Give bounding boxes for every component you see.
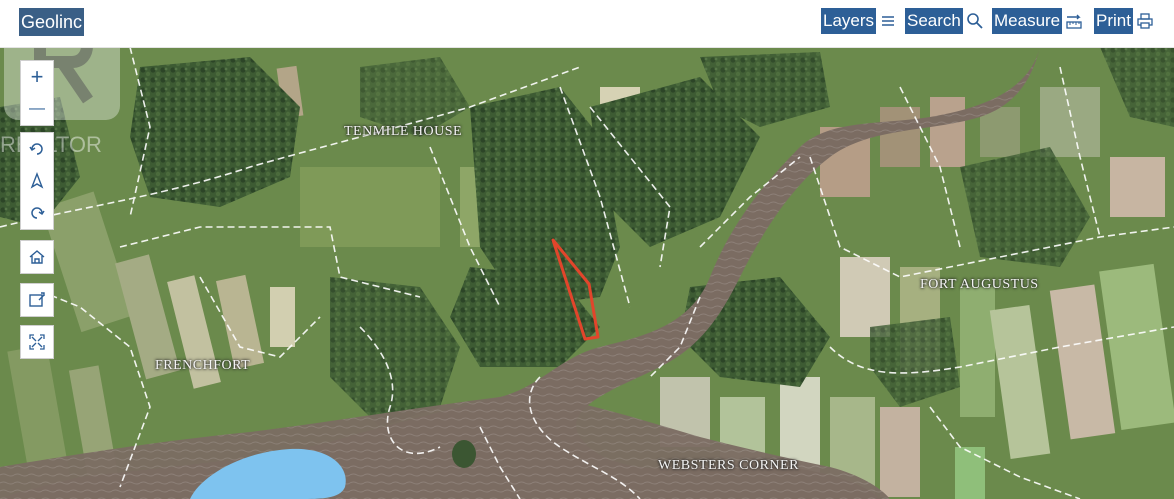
rotate-cw-icon — [28, 204, 46, 222]
home-icon — [28, 248, 46, 266]
print-button-label: Print — [1094, 8, 1133, 34]
draw-rectangle-icon — [28, 291, 46, 309]
fullscreen-button[interactable] — [21, 326, 53, 358]
zoom-in-label: + — [30, 64, 44, 89]
place-label-tenmile-house: TENMILE HOUSE — [344, 124, 463, 139]
search-button[interactable]: Search — [905, 8, 984, 34]
zoom-out-button[interactable]: — — [21, 93, 53, 125]
draw-control — [20, 283, 54, 317]
rotation-controls — [20, 132, 54, 230]
printer-icon — [1136, 12, 1154, 30]
layers-button[interactable]: Layers — [821, 8, 897, 34]
place-label-frenchfort: FRENCHFORT — [155, 358, 251, 373]
top-toolbar: Geolinc Layers Search Measure Print — [0, 0, 1174, 48]
measure-button[interactable]: Measure — [992, 8, 1083, 34]
aerial-map[interactable] — [0, 47, 1174, 499]
place-label-fort-augustus: FORT AUGUSTUS — [920, 277, 1039, 292]
zoom-out-label: — — [29, 100, 45, 117]
north-arrow-icon — [28, 172, 46, 190]
print-button[interactable]: Print — [1094, 8, 1154, 34]
ruler-icon — [1065, 12, 1083, 30]
zoom-controls: + — — [20, 60, 54, 126]
rotate-ccw-icon — [28, 140, 46, 158]
home-control — [20, 240, 54, 274]
magnifier-icon — [966, 12, 984, 30]
reset-north-button[interactable] — [21, 165, 53, 197]
measure-button-label: Measure — [992, 8, 1063, 34]
page: TENMILE HOUSE FORT AUGUSTUS FRENCHFORT W… — [0, 0, 1174, 499]
fullscreen-control — [20, 325, 54, 359]
home-button[interactable] — [21, 241, 53, 273]
fullscreen-icon — [28, 333, 46, 351]
zoom-in-button[interactable]: + — [21, 61, 53, 93]
rotate-left-button[interactable] — [21, 133, 53, 165]
list-icon — [879, 12, 897, 30]
rotate-right-button[interactable] — [21, 197, 53, 229]
search-button-label: Search — [905, 8, 963, 34]
draw-area-button[interactable] — [21, 284, 53, 316]
app-title: Geolinc — [19, 8, 85, 36]
map-view[interactable]: TENMILE HOUSE FORT AUGUSTUS FRENCHFORT W… — [0, 47, 1174, 499]
place-label-websters-corner: WEBSTERS CORNER — [658, 458, 799, 473]
layers-button-label: Layers — [821, 8, 877, 34]
